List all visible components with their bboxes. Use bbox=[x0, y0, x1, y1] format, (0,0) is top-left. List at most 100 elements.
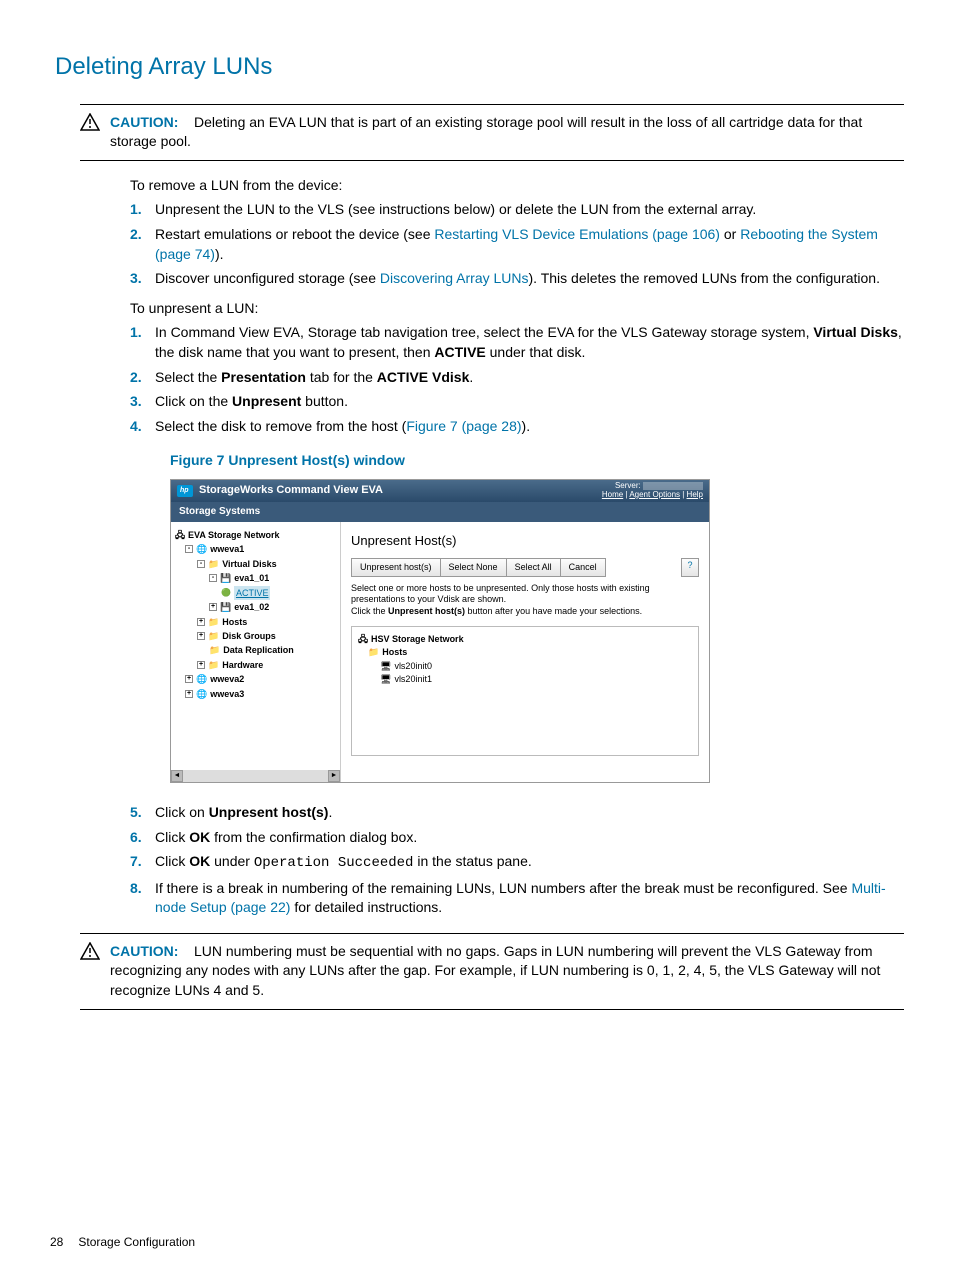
unpresent-steps-list: 1.In Command View EVA, Storage tab navig… bbox=[130, 323, 904, 436]
globe-icon bbox=[196, 672, 207, 686]
cancel-button[interactable]: Cancel bbox=[561, 558, 606, 577]
instruction-text: Select one or more hosts to be unpresent… bbox=[351, 583, 699, 618]
scroll-left-icon[interactable]: ◄ bbox=[171, 770, 183, 782]
step-number: 7. bbox=[130, 852, 155, 874]
tree-root[interactable]: HSV Storage Network bbox=[371, 633, 464, 647]
app-title: StorageWorks Command View EVA bbox=[199, 483, 383, 498]
step-number: 3. bbox=[130, 392, 155, 412]
folder-icon bbox=[208, 615, 219, 629]
remove-steps-list: 1.Unpresent the LUN to the VLS (see inst… bbox=[130, 200, 904, 288]
globe-icon bbox=[196, 542, 207, 556]
tree-host-0[interactable]: vls20init0 bbox=[394, 660, 432, 674]
link-help[interactable]: Help bbox=[687, 490, 703, 499]
step-number: 2. bbox=[130, 368, 155, 388]
nav-wweva1[interactable]: wweva1 bbox=[210, 542, 244, 556]
nav-active[interactable]: ACTIVE bbox=[234, 586, 271, 600]
nav-eva1-02[interactable]: eva1_02 bbox=[234, 600, 269, 614]
tab-storage-systems[interactable]: Storage Systems bbox=[171, 502, 709, 522]
caution-text: Deleting an EVA LUN that is part of an e… bbox=[110, 114, 862, 150]
select-all-button[interactable]: Select All bbox=[507, 558, 561, 577]
expand-icon[interactable]: + bbox=[185, 675, 193, 683]
app-titlebar: StorageWorks Command View EVA Server: Ho… bbox=[171, 480, 709, 502]
globe-icon bbox=[196, 687, 207, 701]
select-none-button[interactable]: Select None bbox=[441, 558, 507, 577]
page-title: Deleting Array LUNs bbox=[55, 50, 904, 84]
page-number: 28 bbox=[50, 1234, 63, 1251]
tree-host-1[interactable]: vls20init1 bbox=[394, 673, 432, 687]
step-number: 4. bbox=[130, 417, 155, 437]
caution-icon bbox=[80, 942, 110, 1001]
folder-icon bbox=[208, 658, 219, 672]
folder-icon bbox=[208, 557, 219, 571]
page-footer: 28 Storage Configuration bbox=[50, 1234, 195, 1251]
link-discovering-luns[interactable]: Discovering Array LUNs bbox=[380, 270, 529, 286]
caution-label: CAUTION: bbox=[110, 114, 178, 130]
disk-icon bbox=[220, 571, 231, 585]
step-text: Select the Presentation tab for the ACTI… bbox=[155, 368, 904, 388]
expand-icon[interactable]: + bbox=[197, 618, 205, 626]
toolbar: Unpresent host(s) Select None Select All… bbox=[351, 558, 699, 577]
step-number: 5. bbox=[130, 803, 155, 823]
storage-network-icon bbox=[175, 528, 185, 542]
server-label: Server: bbox=[615, 481, 641, 490]
step-text: Click on the Unpresent button. bbox=[155, 392, 904, 412]
host-selection-box: HSV Storage Network Hosts vls20init0 vls… bbox=[351, 626, 699, 756]
caution-block-1: CAUTION: Deleting an EVA LUN that is par… bbox=[80, 104, 904, 161]
step-number: 8. bbox=[130, 879, 155, 918]
step-number: 3. bbox=[130, 269, 155, 289]
collapse-icon[interactable]: - bbox=[185, 545, 193, 553]
main-pane: Unpresent Host(s) Unpresent host(s) Sele… bbox=[341, 522, 709, 782]
step-text: Click OK from the confirmation dialog bo… bbox=[155, 828, 904, 848]
tree-hosts[interactable]: Hosts bbox=[382, 646, 407, 660]
step-text: Select the disk to remove from the host … bbox=[155, 417, 904, 437]
collapse-icon[interactable]: - bbox=[209, 574, 217, 582]
folder-icon bbox=[368, 646, 379, 660]
step-number: 1. bbox=[130, 323, 155, 362]
host-icon bbox=[380, 660, 391, 674]
nav-hosts[interactable]: Hosts bbox=[222, 615, 247, 629]
server-value-redacted bbox=[643, 482, 703, 490]
step-text: Restart emulations or reboot the device … bbox=[155, 225, 904, 264]
horizontal-scrollbar[interactable]: ◄ ► bbox=[171, 770, 340, 782]
nav-virtual-disks[interactable]: Virtual Disks bbox=[222, 557, 276, 571]
host-icon bbox=[380, 673, 391, 687]
step-number: 2. bbox=[130, 225, 155, 264]
nav-wweva3[interactable]: wweva3 bbox=[210, 687, 244, 701]
expand-icon[interactable]: + bbox=[197, 632, 205, 640]
step-text: In Command View EVA, Storage tab navigat… bbox=[155, 323, 904, 362]
step-number: 1. bbox=[130, 200, 155, 220]
caution-text: LUN numbering must be sequential with no… bbox=[110, 943, 880, 998]
caution-label: CAUTION: bbox=[110, 943, 178, 959]
step-text: If there is a break in numbering of the … bbox=[155, 879, 904, 918]
active-icon bbox=[221, 585, 231, 600]
collapse-icon[interactable]: - bbox=[197, 560, 205, 568]
section-name: Storage Configuration bbox=[78, 1234, 195, 1251]
step-text: Click OK under Operation Succeeded in th… bbox=[155, 852, 904, 874]
post-steps-list: 5.Click on Unpresent host(s). 6.Click OK… bbox=[130, 803, 904, 918]
expand-icon[interactable]: + bbox=[197, 661, 205, 669]
step-text: Unpresent the LUN to the VLS (see instru… bbox=[155, 200, 904, 220]
expand-icon[interactable]: + bbox=[209, 603, 217, 611]
step-number: 6. bbox=[130, 828, 155, 848]
nav-root[interactable]: EVA Storage Network bbox=[188, 528, 280, 542]
figure-caption: Figure 7 Unpresent Host(s) window bbox=[170, 451, 904, 471]
help-button[interactable]: ? bbox=[681, 558, 699, 577]
nav-eva1-01[interactable]: eva1_01 bbox=[234, 571, 269, 585]
folder-icon bbox=[209, 643, 220, 657]
expand-icon[interactable]: + bbox=[185, 690, 193, 698]
link-agent-options[interactable]: Agent Options bbox=[629, 490, 680, 499]
folder-icon bbox=[208, 629, 219, 643]
unpresent-hosts-button[interactable]: Unpresent host(s) bbox=[351, 558, 441, 577]
nav-tree: EVA Storage Network -wweva1 -Virtual Dis… bbox=[171, 522, 341, 782]
scroll-right-icon[interactable]: ► bbox=[328, 770, 340, 782]
link-restart-emulations[interactable]: Restarting VLS Device Emulations (page 1… bbox=[434, 226, 720, 242]
screenshot-unpresent-hosts: StorageWorks Command View EVA Server: Ho… bbox=[170, 479, 710, 783]
nav-data-replication[interactable]: Data Replication bbox=[223, 643, 294, 657]
nav-disk-groups[interactable]: Disk Groups bbox=[222, 629, 276, 643]
link-home[interactable]: Home bbox=[602, 490, 623, 499]
caution-icon bbox=[80, 113, 110, 152]
step-text: Discover unconfigured storage (see Disco… bbox=[155, 269, 904, 289]
link-figure-7[interactable]: Figure 7 (page 28) bbox=[406, 418, 521, 434]
nav-hardware[interactable]: Hardware bbox=[222, 658, 263, 672]
nav-wweva2[interactable]: wweva2 bbox=[210, 672, 244, 686]
